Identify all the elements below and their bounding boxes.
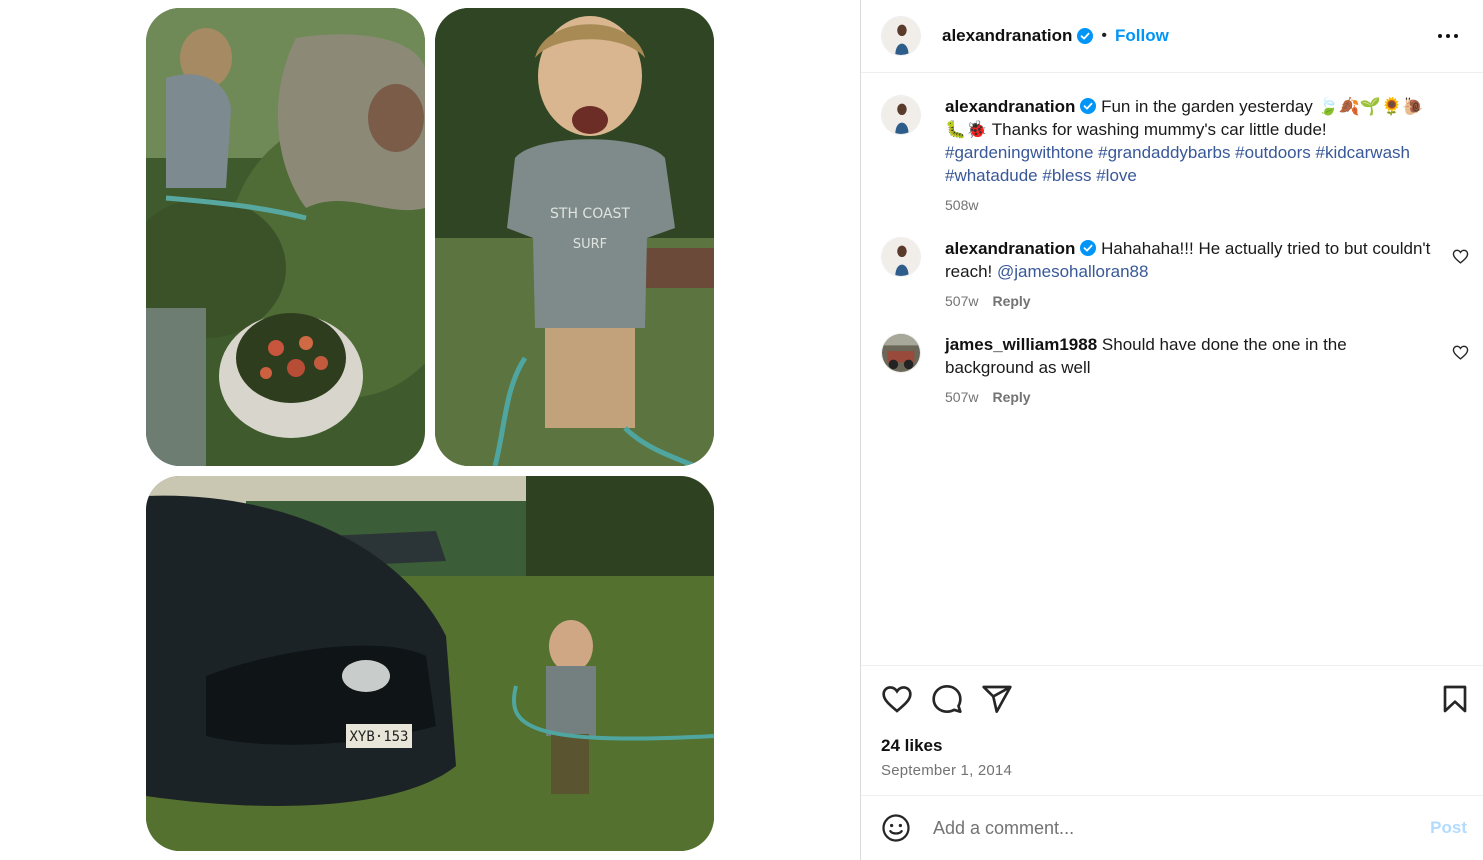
- reply-button[interactable]: Reply: [992, 293, 1030, 309]
- likes-count[interactable]: 24 likes: [881, 736, 942, 756]
- comment-username[interactable]: james_william1988: [945, 335, 1097, 354]
- comments-list: alexandranation Fun in the garden yester…: [861, 73, 1483, 665]
- comment-icon[interactable]: [931, 683, 963, 715]
- photo-car-washing: XYB·153: [146, 476, 714, 851]
- verified-badge-icon: [1080, 240, 1097, 256]
- post-username[interactable]: alexandranation: [942, 26, 1072, 46]
- svg-text:XYB·153: XYB·153: [349, 729, 408, 745]
- heart-icon[interactable]: [881, 683, 913, 715]
- post-header: alexandranation • Follow: [861, 0, 1483, 73]
- photo-gardening: [146, 8, 425, 466]
- like-comment-heart-icon[interactable]: [1452, 248, 1469, 265]
- like-comment-heart-icon[interactable]: [1452, 344, 1469, 361]
- comment-item: james_william1988 Should have done the o…: [881, 333, 1469, 405]
- post-date: September 1, 2014: [881, 762, 1012, 779]
- comment-input[interactable]: [931, 812, 1431, 844]
- comment-time: 508w: [945, 197, 979, 213]
- caption: alexandranation Fun in the garden yester…: [881, 95, 1463, 213]
- reply-button[interactable]: Reply: [992, 389, 1030, 405]
- post-media[interactable]: STH COAST SURF XYB·153: [0, 0, 860, 860]
- caption-hashtags[interactable]: #gardeningwithtone #grandaddybarbs #outd…: [945, 143, 1410, 185]
- svg-text:STH COAST: STH COAST: [550, 206, 630, 222]
- more-options-icon[interactable]: [1437, 26, 1459, 46]
- post-button[interactable]: Post: [1430, 818, 1467, 838]
- emoji-icon[interactable]: [881, 813, 911, 843]
- comment-time: 507w: [945, 389, 979, 405]
- photo-boy-smiling: STH COAST SURF: [435, 8, 714, 466]
- avatar[interactable]: [881, 237, 921, 277]
- avatar[interactable]: [881, 16, 921, 56]
- bookmark-icon[interactable]: [1439, 683, 1471, 715]
- comment-username[interactable]: alexandranation: [945, 239, 1075, 258]
- comment-item: alexandranation Hahahaha!!! He actually …: [881, 237, 1469, 309]
- svg-text:SURF: SURF: [573, 237, 607, 252]
- comment-mention[interactable]: @jamesohalloran88: [997, 262, 1148, 281]
- verified-badge-icon: [1077, 28, 1094, 44]
- separator-dot: •: [1101, 27, 1107, 44]
- add-comment-bar: Post: [861, 795, 1483, 860]
- comment-username[interactable]: alexandranation: [945, 97, 1075, 116]
- action-bar: 24 likes September 1, 2014: [861, 665, 1483, 795]
- comment-time: 507w: [945, 293, 979, 309]
- post-panel: alexandranation • Follow alexandranation…: [860, 0, 1483, 860]
- avatar[interactable]: [881, 95, 921, 135]
- share-icon[interactable]: [981, 683, 1013, 715]
- verified-badge-icon: [1080, 98, 1097, 114]
- follow-button[interactable]: Follow: [1115, 26, 1169, 46]
- avatar[interactable]: [881, 333, 921, 373]
